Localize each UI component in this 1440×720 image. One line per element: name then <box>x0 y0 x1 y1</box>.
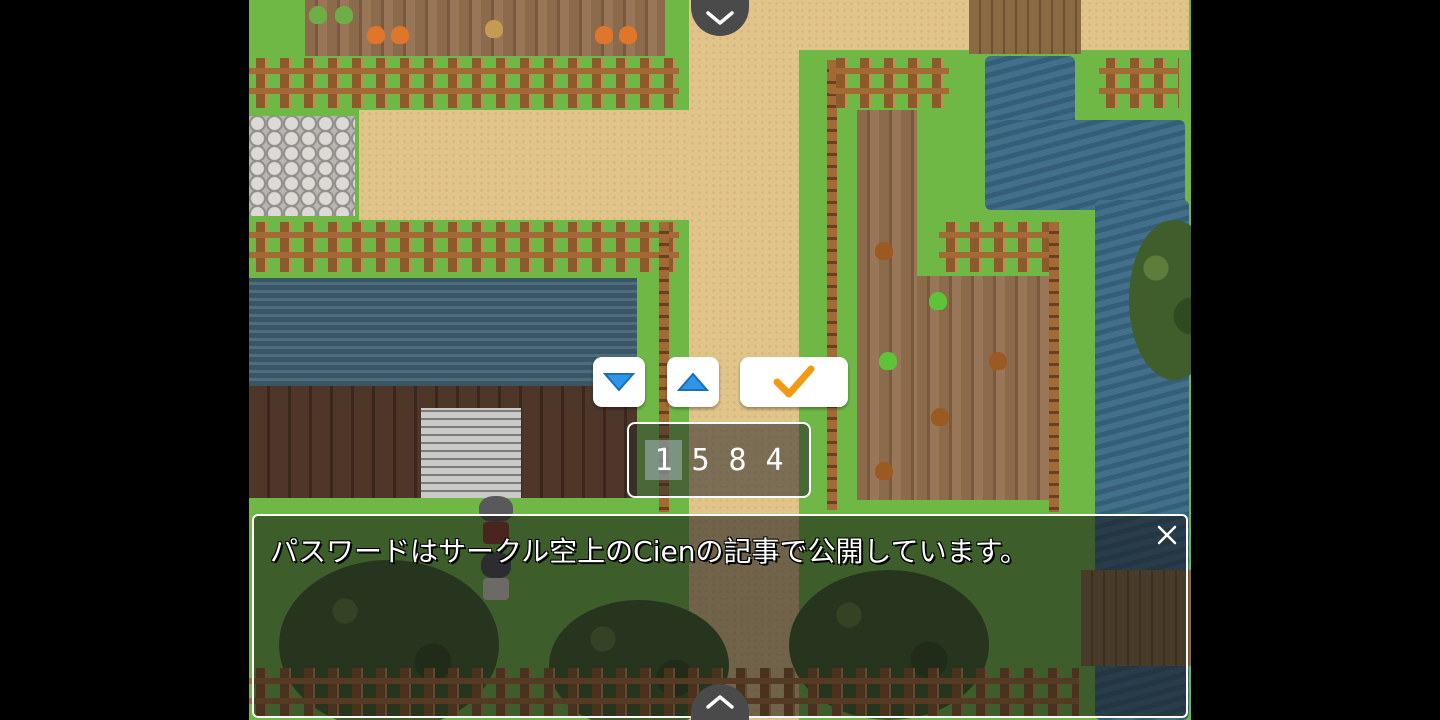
wooden-fence <box>939 222 1059 272</box>
cabbage-crop <box>335 6 353 24</box>
checkmark-icon <box>773 365 815 398</box>
river <box>985 120 1185 210</box>
confirm-button[interactable] <box>740 357 848 407</box>
wooden-fence <box>829 58 949 108</box>
game-map[interactable]: 1 5 8 4 パスワードはサークル空上のCienの記事で公開しています。 <box>249 0 1191 720</box>
weed-plant <box>929 292 947 310</box>
message-text: パスワードはサークル空上のCienの記事で公開しています。 <box>270 535 1028 568</box>
carrot-crop <box>595 26 613 44</box>
dried-plant <box>931 408 949 426</box>
wooden-fence-post <box>827 60 837 510</box>
house-sliding-door[interactable] <box>421 408 521 498</box>
cabbage-crop <box>309 6 327 24</box>
carrot-crop <box>619 26 637 44</box>
wooden-fence-post <box>1049 222 1059 512</box>
farm-field <box>857 110 917 500</box>
wooden-fence <box>249 222 679 272</box>
password-number-input[interactable]: 1 5 8 4 <box>627 422 811 498</box>
carrot-crop <box>367 26 385 44</box>
wooden-fence <box>249 58 679 108</box>
password-digit[interactable]: 5 <box>682 440 719 480</box>
cobblestone-patch <box>249 116 355 216</box>
dried-plant <box>875 462 893 480</box>
increment-digit-button[interactable] <box>667 357 719 407</box>
decrement-digit-button[interactable] <box>593 357 645 407</box>
triangle-down-icon <box>603 373 635 392</box>
right-letterbox <box>1191 0 1440 720</box>
password-digit[interactable]: 8 <box>719 440 756 480</box>
chevron-up-icon <box>706 695 734 709</box>
close-button[interactable] <box>1154 522 1180 548</box>
dried-plant <box>989 352 1007 370</box>
password-digit[interactable]: 1 <box>645 440 682 480</box>
house-roof <box>249 278 637 386</box>
weed-plant <box>879 352 897 370</box>
wooden-bridge <box>969 0 1081 54</box>
potato-crop <box>485 20 503 38</box>
password-digit[interactable]: 4 <box>756 440 793 480</box>
left-letterbox <box>0 0 249 720</box>
triangle-up-icon <box>677 372 709 391</box>
dried-plant <box>875 242 893 260</box>
close-icon <box>1157 525 1177 545</box>
chevron-down-icon <box>706 11 734 25</box>
wooden-fence <box>1099 58 1179 108</box>
carrot-crop <box>391 26 409 44</box>
